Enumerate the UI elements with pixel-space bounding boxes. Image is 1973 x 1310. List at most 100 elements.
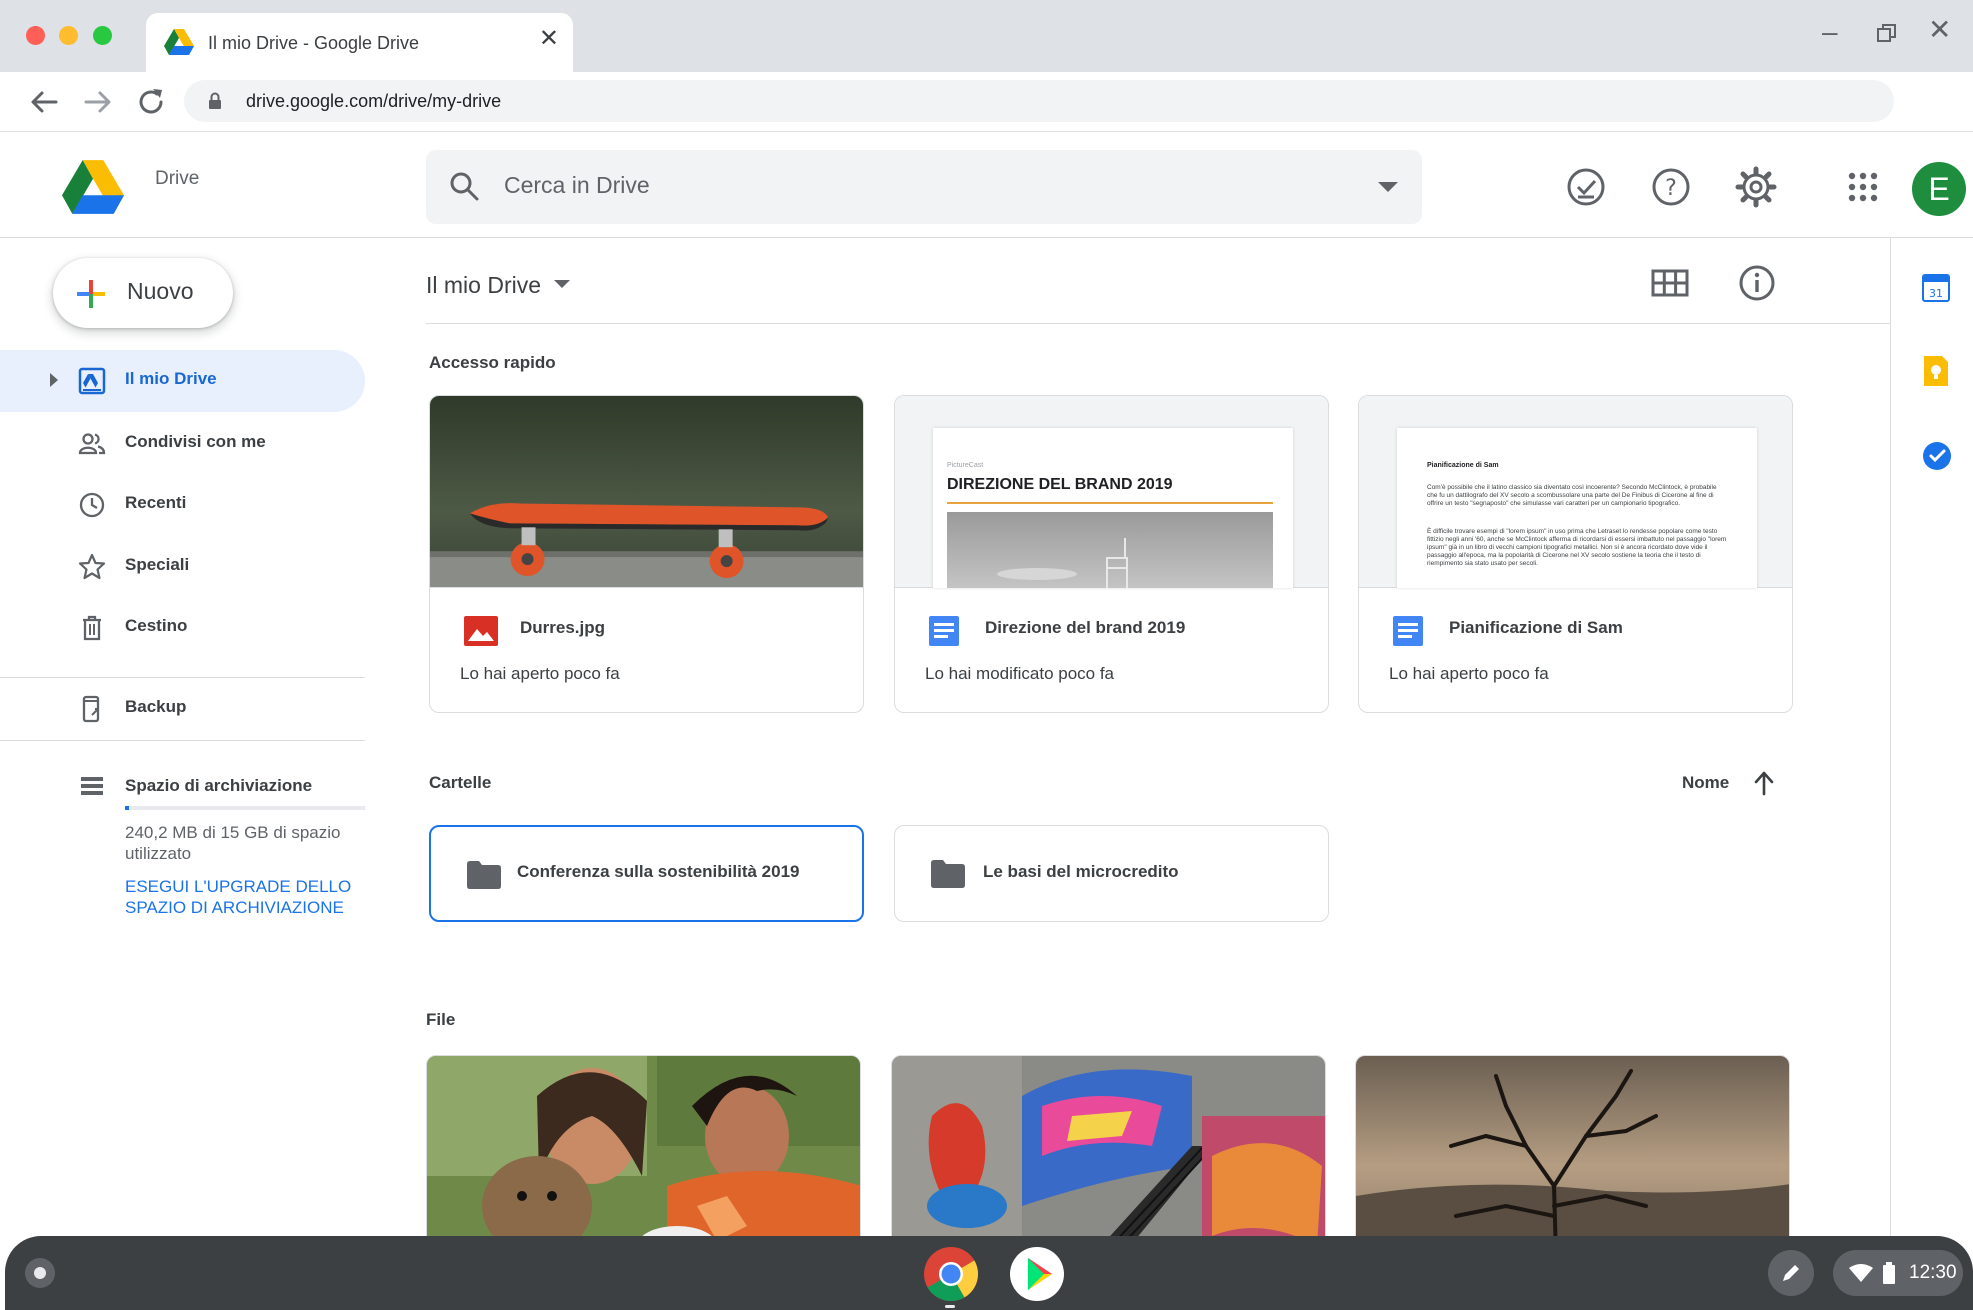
new-button-label: Nuovo (127, 278, 194, 304)
sort-ascending-arrow-icon[interactable] (1752, 770, 1776, 796)
search-input[interactable]: Cerca in Drive (504, 172, 650, 199)
doc-heading: DIREZIONE DEL BRAND 2019 (947, 476, 1173, 493)
upgrade-storage-link[interactable]: ESEGUI L'UPGRADE DELLO SPAZIO DI ARCHIVI… (125, 876, 360, 918)
address-bar[interactable]: drive.google.com/drive/my-drive (184, 80, 1894, 122)
sidebar-item-label: Condivisi con me (125, 432, 266, 451)
play-store-app-icon[interactable] (1009, 1246, 1065, 1302)
minimize-icon[interactable]: – (1822, 18, 1838, 46)
help-icon[interactable]: ? (1648, 164, 1694, 210)
file-card[interactable] (1355, 1055, 1790, 1255)
sidebar-item-label: Speciali (125, 555, 190, 574)
bare-tree-photo-thumbnail (1356, 1056, 1789, 1254)
search-options-chevron-icon[interactable] (1378, 182, 1398, 194)
sort-label: Nome (1682, 773, 1730, 792)
offline-ready-icon[interactable] (1563, 164, 1609, 210)
star-icon (78, 553, 106, 580)
pen-icon (1783, 1265, 1799, 1281)
file-card[interactable] (426, 1055, 861, 1255)
lock-icon (209, 92, 221, 109)
battery-icon (1883, 1262, 1895, 1284)
drive-logo-icon[interactable] (62, 160, 124, 214)
browser-tab[interactable]: Il mio Drive - Google Drive ✕ (146, 13, 573, 73)
folder-icon (467, 861, 501, 889)
sidebar-item-shared[interactable]: Condivisi con me (0, 413, 365, 475)
launcher-button[interactable] (25, 1258, 55, 1288)
svg-text:31: 31 (1929, 287, 1943, 300)
folder-item[interactable]: Le basi del microcredito (894, 825, 1329, 922)
doc-heading: Pianificazione di Sam (1427, 462, 1499, 469)
sidebar-item-label: Cestino (125, 616, 188, 635)
doc-paragraph: È difficile trovare esempi di "lorem ips… (1427, 528, 1727, 567)
sidebar-item-recent[interactable]: Recenti (0, 474, 365, 536)
drive-favicon-icon (164, 29, 194, 55)
close-window-dot[interactable] (26, 26, 45, 45)
side-panel-divider (1890, 238, 1891, 1238)
folders-label: Cartelle (429, 773, 492, 792)
doc-rule (947, 502, 1273, 504)
maximize-window-dot[interactable] (93, 26, 112, 45)
card-activity: Lo hai aperto poco fa (1389, 664, 1549, 683)
info-icon[interactable] (1737, 263, 1777, 303)
caret-down-icon (554, 280, 570, 288)
apps-grid-icon[interactable] (1840, 164, 1886, 210)
quick-access-card[interactable]: Durres.jpg Lo hai aperto poco fa (429, 395, 864, 713)
storage-progress-track (125, 806, 365, 810)
restore-icon[interactable] (1876, 22, 1898, 44)
main-header-divider (426, 323, 1890, 324)
expand-caret-icon[interactable] (48, 372, 60, 388)
storage-section[interactable]: Spazio di archiviazione (0, 762, 365, 806)
browser-tab-bar: Il mio Drive - Google Drive ✕ – ✕ (0, 0, 1973, 73)
keep-icon[interactable] (1922, 356, 1950, 386)
launcher-circle-icon (34, 1267, 46, 1279)
back-arrow-icon[interactable] (28, 86, 60, 118)
card-file-name: Durres.jpg (520, 618, 606, 637)
settings-gear-icon[interactable] (1733, 164, 1779, 210)
sidebar-divider (0, 740, 365, 741)
minimize-window-dot[interactable] (59, 26, 78, 45)
tab-close-icon[interactable]: ✕ (539, 27, 559, 51)
women-with-dog-photo-thumbnail (427, 1056, 860, 1254)
stylus-tools-button[interactable] (1768, 1250, 1814, 1296)
clock-icon (79, 492, 105, 518)
browser-toolbar: drive.google.com/drive/my-drive (0, 72, 1973, 132)
svg-text:?: ? (1665, 176, 1677, 201)
card-activity: Lo hai aperto poco fa (460, 664, 620, 683)
folder-item[interactable]: Conferenza sulla sostenibilità 2019 (429, 825, 864, 922)
shared-people-icon (78, 433, 106, 455)
calendar-icon[interactable]: 31 (1922, 272, 1950, 302)
card-activity: Lo hai modificato poco fa (925, 664, 1115, 683)
folder-icon (931, 860, 965, 888)
trash-icon (83, 615, 101, 641)
file-card[interactable] (891, 1055, 1326, 1255)
running-indicator (945, 1305, 955, 1308)
quick-access-card[interactable]: Pianificazione di Sam Com'è possibile ch… (1358, 395, 1793, 713)
sidebar-item-starred[interactable]: Speciali (0, 536, 365, 598)
window-close-icon[interactable]: ✕ (1928, 16, 1951, 44)
doc-brand: PictureCast (947, 462, 984, 469)
search-bar[interactable]: Cerca in Drive (426, 150, 1422, 224)
new-button[interactable]: Nuovo (53, 258, 233, 328)
sidebar-item-label: Il mio Drive (125, 369, 217, 388)
reload-icon[interactable] (135, 86, 167, 118)
sort-by-name-button[interactable]: Nome (1676, 766, 1786, 800)
chair-illustration (997, 538, 1128, 588)
sidebar-item-trash[interactable]: Cestino (0, 597, 365, 659)
sidebar-item-label: Recenti (125, 493, 187, 512)
card-file-name: Pianificazione di Sam (1449, 618, 1623, 637)
tab-title: Il mio Drive - Google Drive (208, 33, 420, 53)
backup-device-icon (82, 695, 100, 723)
files-label: File (426, 1010, 456, 1029)
folder-name: Le basi del microcredito (983, 862, 1179, 881)
location-dropdown[interactable]: Il mio Drive (426, 270, 576, 306)
search-icon[interactable] (448, 170, 480, 202)
forward-arrow-icon[interactable] (82, 86, 114, 118)
quick-access-card[interactable]: PictureCast DIREZIONE DEL BRAND 2019 Dir… (894, 395, 1329, 713)
sidebar-item-my-drive[interactable]: Il mio Drive (0, 350, 365, 412)
storage-stack-icon (81, 777, 103, 795)
tasks-icon[interactable] (1922, 441, 1952, 471)
sidebar-item-backup[interactable]: Backup (0, 678, 365, 740)
account-avatar[interactable]: E (1912, 162, 1966, 216)
chrome-app-icon[interactable] (923, 1246, 979, 1302)
status-tray[interactable]: 12:30 (1833, 1250, 1963, 1296)
grid-view-icon[interactable] (1651, 266, 1689, 300)
